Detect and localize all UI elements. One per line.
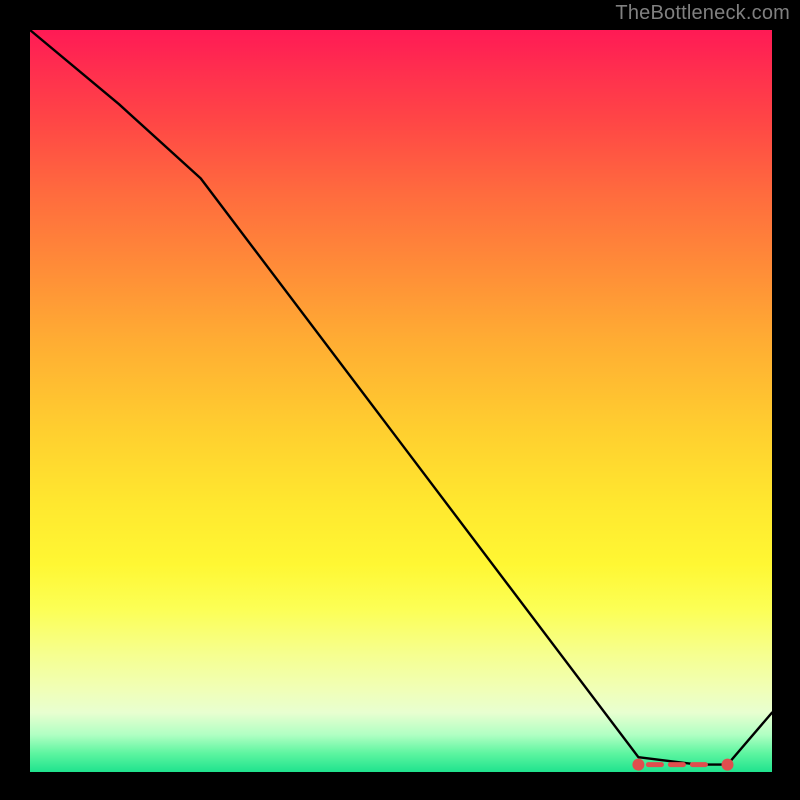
optimal-start-dot [632,759,644,771]
optimal-end-dot [722,759,734,771]
attribution-text: TheBottleneck.com [615,2,790,25]
bottleneck-curve [30,30,772,765]
chart-svg [30,30,772,772]
plot-area [30,30,772,772]
chart-frame: TheBottleneck.com [0,0,800,800]
curve-group [30,30,772,765]
